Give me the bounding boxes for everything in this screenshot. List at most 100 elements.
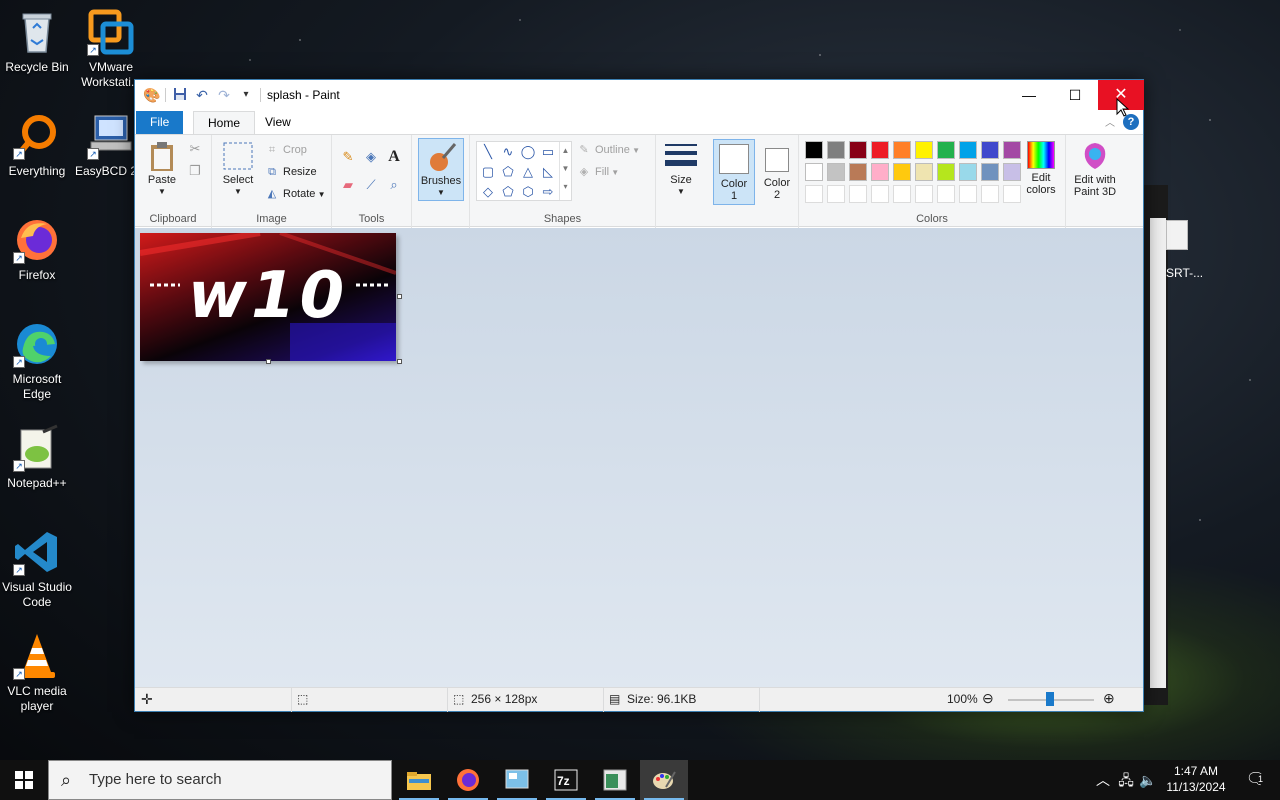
save-icon[interactable] bbox=[172, 87, 188, 103]
color-swatch[interactable] bbox=[915, 185, 933, 203]
shapes-scroll[interactable]: ▲ ▼ ▾ bbox=[559, 142, 571, 200]
color-swatch[interactable] bbox=[937, 141, 955, 159]
customize-qat-icon[interactable]: ▾ bbox=[238, 87, 254, 103]
volume-muted-icon[interactable]: 🔈 bbox=[1138, 760, 1158, 800]
taskbar-firefox[interactable] bbox=[444, 760, 492, 800]
resize-handle-bottom[interactable] bbox=[266, 359, 271, 364]
magnifier-icon[interactable]: ⌕ bbox=[384, 175, 404, 195]
text-tool-icon[interactable]: A bbox=[384, 147, 404, 167]
desktop-icon-firefox[interactable]: ↗ Firefox bbox=[0, 216, 74, 283]
tray-overflow-icon[interactable]: ︿ bbox=[1094, 760, 1112, 800]
color-swatch[interactable] bbox=[1003, 141, 1021, 159]
canvas-area[interactable]: w10 bbox=[135, 228, 1143, 687]
arrow-shape-icon[interactable]: ⇨ bbox=[539, 184, 557, 200]
file-icon[interactable] bbox=[1166, 220, 1188, 250]
color-swatch[interactable] bbox=[981, 163, 999, 181]
size-button[interactable]: Size ▼ bbox=[659, 141, 703, 198]
select-button[interactable]: Select ▼ bbox=[218, 141, 258, 198]
eraser-icon[interactable]: ▰ bbox=[338, 175, 358, 195]
taskbar-file-explorer[interactable] bbox=[395, 760, 443, 800]
desktop-icon-vscode[interactable]: ↗ Visual Studio Code bbox=[0, 528, 74, 610]
fill-button[interactable]: ◈ Fill ▼ bbox=[576, 162, 619, 182]
color-picker-icon[interactable]: ⟋ bbox=[361, 175, 381, 195]
line-shape-icon[interactable]: ╲ bbox=[479, 144, 497, 160]
color-swatch[interactable] bbox=[893, 141, 911, 159]
color-swatch[interactable] bbox=[871, 163, 889, 181]
taskbar-app-5[interactable] bbox=[591, 760, 639, 800]
diamond-shape-icon[interactable]: ◇ bbox=[479, 184, 497, 200]
taskbar-7zip[interactable]: 7z bbox=[542, 760, 590, 800]
desktop-icon-recycle-bin[interactable]: Recycle Bin bbox=[0, 8, 74, 75]
title-bar[interactable]: 🎨 ↶ ↷ ▾ splash - Paint — ☐ ✕ bbox=[135, 80, 1144, 110]
background-window-scrollbar[interactable] bbox=[1150, 218, 1166, 688]
action-center-button[interactable]: 🗨 1 bbox=[1236, 760, 1276, 800]
color-swatch[interactable] bbox=[849, 163, 867, 181]
pencil-icon[interactable]: ✎ bbox=[338, 147, 358, 167]
color-swatch[interactable] bbox=[1003, 163, 1021, 181]
color-swatch[interactable] bbox=[893, 163, 911, 181]
image-canvas[interactable]: w10 bbox=[140, 233, 396, 361]
color1-button[interactable]: Color 1 bbox=[713, 139, 755, 205]
color-swatch[interactable] bbox=[915, 141, 933, 159]
shapes-gallery[interactable]: ╲ ∿ ◯ ▭ ▢ ⬠ △ ◺ ◇ ⬠ ⬡ ⇨ ▲ ▼ ▾ bbox=[476, 141, 572, 201]
collapse-ribbon-icon[interactable]: ︿ bbox=[1105, 114, 1115, 129]
resize-handle-corner[interactable] bbox=[397, 359, 402, 364]
triangle-shape-icon[interactable]: △ bbox=[519, 164, 537, 180]
color-swatch[interactable] bbox=[827, 185, 845, 203]
undo-icon[interactable]: ↶ bbox=[194, 87, 210, 103]
taskbar-search-box[interactable]: ⌕ Type here to search bbox=[48, 760, 392, 800]
edit-colors-button[interactable]: Edit colors bbox=[1021, 141, 1061, 196]
tab-home[interactable]: Home bbox=[193, 111, 256, 134]
color-swatch[interactable] bbox=[1003, 185, 1021, 203]
curve-shape-icon[interactable]: ∿ bbox=[499, 144, 517, 160]
color-swatch[interactable] bbox=[937, 185, 955, 203]
color-swatch[interactable] bbox=[981, 185, 999, 203]
color2-button[interactable]: Color 2 bbox=[757, 139, 797, 205]
color-swatch[interactable] bbox=[827, 141, 845, 159]
outline-button[interactable]: ✎ Outline ▼ bbox=[576, 140, 640, 160]
color-swatch[interactable] bbox=[827, 163, 845, 181]
zoom-in-icon[interactable]: ⊕ bbox=[1103, 690, 1115, 707]
zoom-slider-thumb[interactable] bbox=[1046, 692, 1054, 706]
rotate-button[interactable]: ◭ Rotate ▼ bbox=[264, 184, 326, 204]
pentagon-shape-icon[interactable]: ⬠ bbox=[499, 184, 517, 200]
crop-button[interactable]: ⌗ Crop bbox=[264, 140, 307, 160]
rectangle-shape-icon[interactable]: ▭ bbox=[539, 144, 557, 160]
copy-icon[interactable]: ❐ bbox=[185, 161, 205, 181]
color-swatch[interactable] bbox=[871, 185, 889, 203]
oval-shape-icon[interactable]: ◯ bbox=[519, 144, 537, 160]
network-icon[interactable]: 🖧 bbox=[1116, 760, 1136, 800]
start-button[interactable] bbox=[0, 760, 48, 800]
color-swatch[interactable] bbox=[893, 185, 911, 203]
color-swatch[interactable] bbox=[871, 141, 889, 159]
desktop-icon-notepadpp[interactable]: ↗ Notepad++ bbox=[0, 424, 74, 491]
color-swatch[interactable] bbox=[959, 163, 977, 181]
color-swatch[interactable] bbox=[805, 163, 823, 181]
tab-view[interactable]: View bbox=[251, 111, 305, 134]
fill-bucket-icon[interactable]: ◈ bbox=[361, 147, 381, 167]
color-swatch[interactable] bbox=[849, 141, 867, 159]
cut-icon[interactable]: ✂ bbox=[185, 139, 205, 159]
brushes-button[interactable]: Brushes ▼ bbox=[418, 138, 464, 201]
color-swatch[interactable] bbox=[959, 185, 977, 203]
taskbar-clock[interactable]: 1:47 AM 11/13/2024 bbox=[1160, 763, 1232, 795]
color-swatch[interactable] bbox=[849, 185, 867, 203]
desktop-icon-edge[interactable]: ↗ Microsoft Edge bbox=[0, 320, 74, 402]
resize-handle-right[interactable] bbox=[397, 294, 402, 299]
minimize-button[interactable]: — bbox=[1006, 80, 1052, 110]
paint-app-icon[interactable]: 🎨 bbox=[143, 87, 160, 103]
color-swatch[interactable] bbox=[805, 141, 823, 159]
color-swatch[interactable] bbox=[981, 141, 999, 159]
desktop-icon-everything[interactable]: ↗ Everything bbox=[0, 112, 74, 179]
hexagon-shape-icon[interactable]: ⬡ bbox=[519, 184, 537, 200]
tab-file[interactable]: File bbox=[136, 111, 184, 134]
paste-button[interactable]: Paste ▼ bbox=[141, 141, 183, 198]
color-swatch[interactable] bbox=[805, 185, 823, 203]
right-triangle-shape-icon[interactable]: ◺ bbox=[539, 164, 557, 180]
color-swatch[interactable] bbox=[937, 163, 955, 181]
desktop-icon-vmware[interactable]: ↗ VMware Workstati... bbox=[74, 8, 148, 90]
resize-button[interactable]: ⧉ Resize bbox=[264, 162, 317, 182]
color-swatch[interactable] bbox=[959, 141, 977, 159]
redo-icon[interactable]: ↷ bbox=[216, 87, 232, 103]
taskbar-app-3[interactable] bbox=[493, 760, 541, 800]
